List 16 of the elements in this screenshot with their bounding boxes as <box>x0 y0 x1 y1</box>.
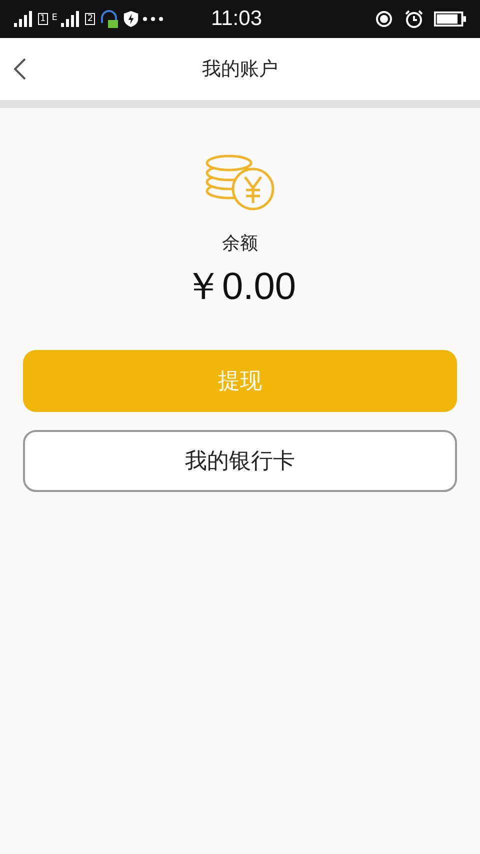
bank-card-button[interactable]: 我的银行卡 <box>23 430 457 492</box>
sim-label: 2 <box>85 13 96 25</box>
page-title: 我的账户 <box>202 57 278 82</box>
balance-label: 余额 <box>222 232 258 255</box>
shield-icon <box>123 10 140 28</box>
balance-amount: ￥0.00 <box>184 265 296 310</box>
alarm-icon <box>404 9 424 29</box>
network-type: E <box>52 13 58 23</box>
signal-icon <box>61 11 82 27</box>
signal-icon <box>14 11 34 27</box>
clock-time: 11:03 <box>211 7 262 31</box>
back-icon[interactable] <box>14 58 26 80</box>
sim-label: 1 <box>38 13 48 25</box>
location-icon <box>374 9 394 29</box>
battery-icon <box>434 11 466 27</box>
more-icon <box>143 17 164 21</box>
